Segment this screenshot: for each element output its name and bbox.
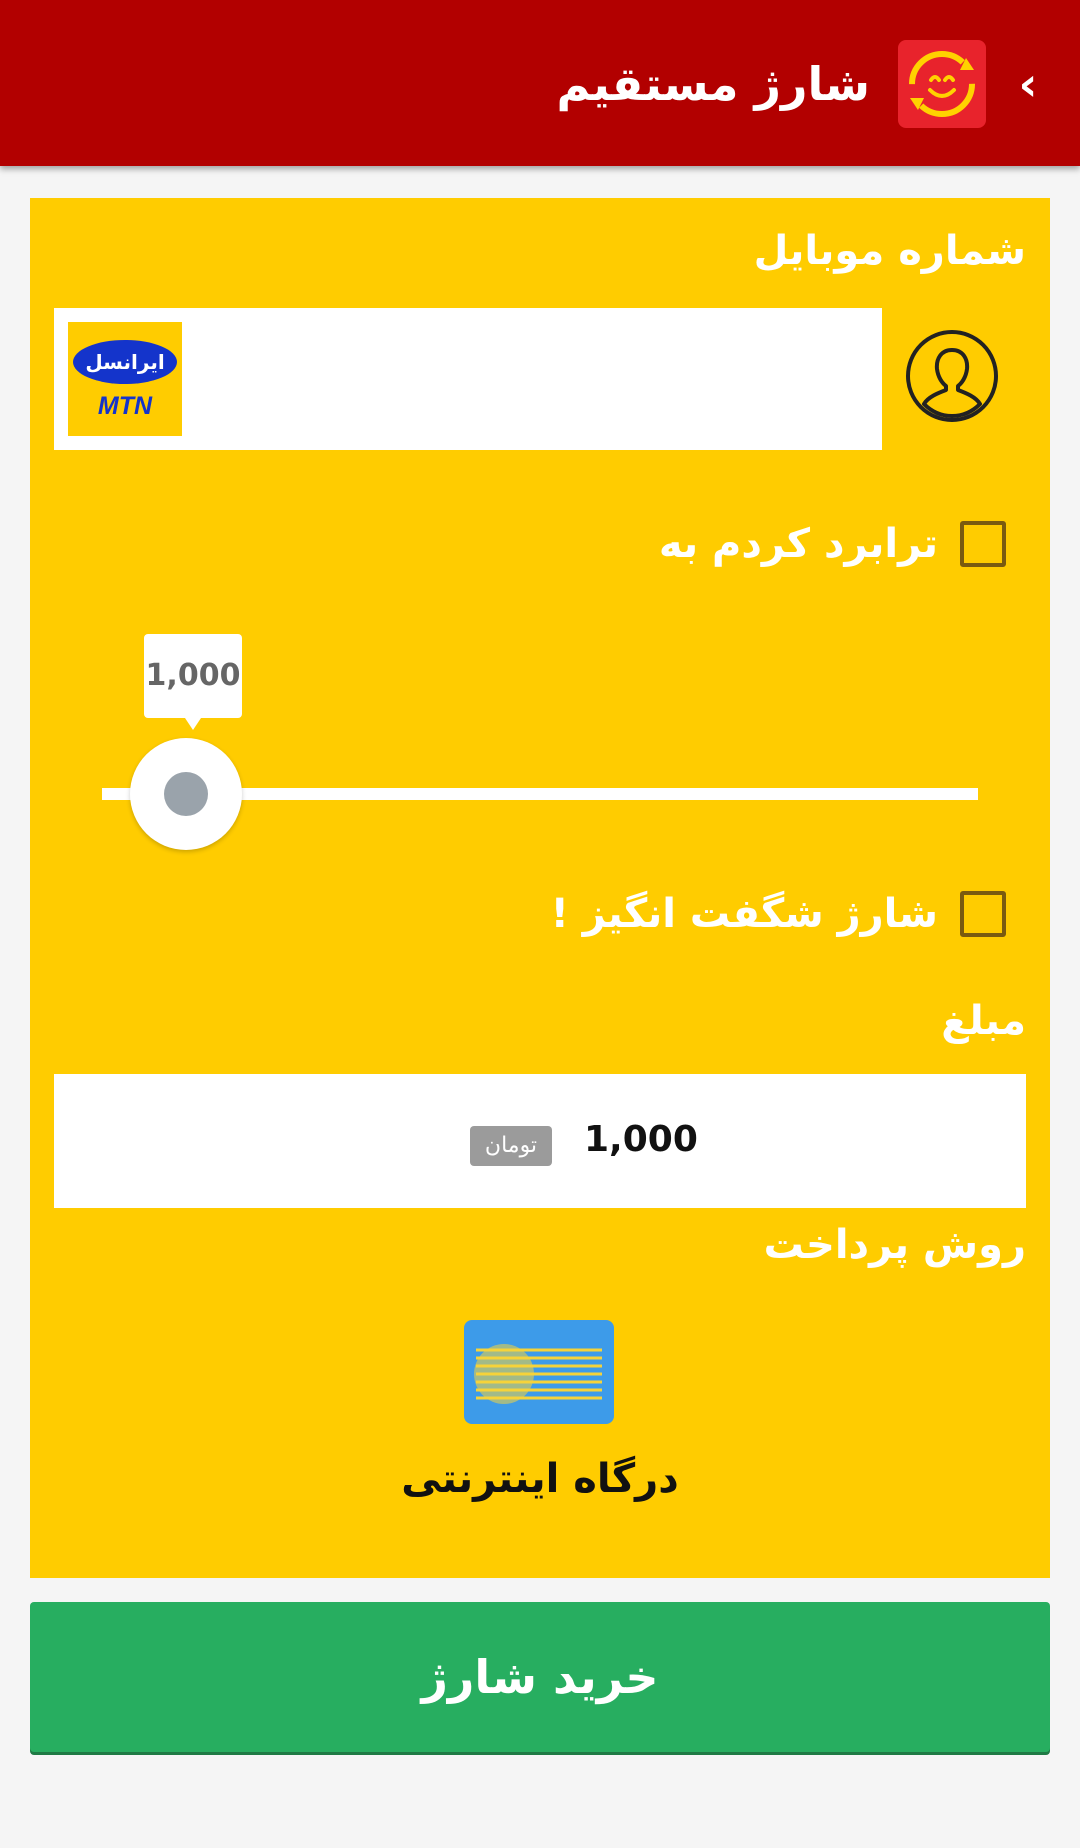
app-header: ‹ شارژ مستقیم <box>0 0 1080 166</box>
slider-value-tooltip: 1,000 <box>144 634 242 730</box>
amount-field[interactable]: 1,000 تومان <box>54 1074 1026 1208</box>
amount-label: مبلغ <box>941 998 1026 1044</box>
currency-badge: تومان <box>470 1126 552 1166</box>
payment-gateway-label: درگاه اینترنتی <box>401 1456 679 1502</box>
buy-charge-button[interactable]: خرید شارژ <box>30 1602 1050 1752</box>
page-title: شارژ مستقیم <box>556 57 870 111</box>
transfer-checkbox-label: ترابرد کردم به <box>658 521 938 567</box>
transfer-checkbox[interactable] <box>960 521 1006 567</box>
charge-form-card: شماره موبایل ایرانسل MTN ترابرد کردم به … <box>30 198 1050 1578</box>
amount-slider-thumb[interactable] <box>130 738 242 850</box>
slider-thumb-dot <box>164 772 208 816</box>
operator-logo-icon[interactable]: ایرانسل MTN <box>68 322 182 436</box>
transfer-option[interactable]: ترابرد کردم به <box>659 516 1006 572</box>
amazing-charge-checkbox[interactable] <box>960 891 1006 937</box>
amazing-charge-option[interactable]: شارژ شگفت انگیز ! <box>551 886 1006 942</box>
payment-method-label: روش پرداخت <box>763 1222 1026 1268</box>
amount-value: 1,000 <box>584 1119 698 1160</box>
mobile-number-input[interactable]: ایرانسل MTN <box>54 308 882 450</box>
amazing-charge-label: شارژ شگفت انگیز ! <box>550 891 938 937</box>
smiley-refresh-icon <box>898 40 986 128</box>
chevron-left-icon[interactable]: ‹ <box>1004 56 1052 112</box>
mobile-number-label: شماره موبایل <box>753 228 1026 274</box>
payment-gateway-icon[interactable] <box>464 1320 614 1424</box>
contact-person-icon[interactable] <box>904 328 1000 424</box>
